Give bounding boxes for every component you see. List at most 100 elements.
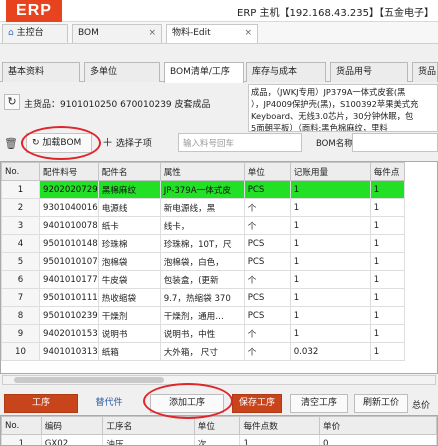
close-icon[interactable]: × [244, 25, 252, 42]
part-name[interactable]: 说明书 [97, 324, 161, 343]
tab-home[interactable]: ⌂ 主控台 [2, 24, 68, 43]
refresh-price-button[interactable]: 刷新工价 [354, 394, 408, 413]
process-grid[interactable]: No. 编码 工序名 单位 每件点数 单价 1 GX02 油压次 1 0 [0, 415, 438, 446]
part-name[interactable]: 干燥剂 [97, 306, 161, 325]
part-attribute[interactable]: JP-379A一体式皮 [159, 180, 245, 199]
unit[interactable]: PCS [243, 180, 291, 199]
row-number[interactable]: 2 [1, 198, 40, 217]
per-piece[interactable]: 1 [369, 234, 405, 253]
row-number[interactable]: 6 [1, 270, 40, 289]
col-process-name[interactable]: 工序名 [102, 416, 195, 435]
per-piece[interactable]: 1 [369, 342, 405, 361]
table-row[interactable]: 4 9501010148 珍珠棉 珍珠棉，10T，尺 PCS 1 1 [1, 234, 405, 253]
per-piece[interactable]: 1 [369, 288, 405, 307]
quantity[interactable]: 1 [289, 234, 371, 253]
part-name[interactable]: 电源线 [97, 198, 161, 217]
quantity[interactable]: 1 [289, 252, 371, 271]
part-attribute[interactable]: 线卡， [159, 216, 245, 235]
quantity[interactable]: 0.032 [289, 342, 371, 361]
table-row[interactable]: 10 9401010313 纸箱 大外箱， 尺寸个 0.032 1 [1, 342, 405, 361]
unit[interactable]: 个 [243, 324, 291, 343]
table-row[interactable]: 1 GX02 油压次 1 0 [1, 434, 437, 445]
process-name[interactable]: 油压 [102, 434, 195, 445]
part-name[interactable]: 牛皮袋 [97, 270, 161, 289]
row-number[interactable]: 3 [1, 216, 40, 235]
part-name[interactable]: 泡棉袋 [97, 252, 161, 271]
row-number[interactable]: 7 [1, 288, 40, 307]
col-no[interactable]: No. [1, 416, 42, 435]
table-row[interactable]: 5 9501010107 泡棉袋 泡棉袋，白色， PCS 1 1 [1, 252, 405, 271]
row-number[interactable]: 4 [1, 234, 40, 253]
col-per-piece[interactable]: 每件点 [369, 162, 405, 181]
col-points[interactable]: 每件点数 [239, 416, 320, 435]
part-code[interactable]: 9501010111 [39, 288, 99, 307]
unit[interactable]: 个 [243, 198, 291, 217]
row-number[interactable]: 1 [1, 180, 40, 199]
tab-bom-process[interactable]: BOM清单/工序 [164, 62, 244, 83]
tab-item-number[interactable]: 货品用号 [330, 62, 408, 82]
tab-process[interactable]: 工序 [4, 394, 78, 413]
part-code[interactable]: 9401010177 [39, 270, 99, 289]
col-price[interactable]: 单价 [319, 416, 437, 435]
row-number[interactable]: 9 [1, 324, 40, 343]
per-piece[interactable]: 1 [369, 216, 405, 235]
unit[interactable]: 个 [243, 216, 291, 235]
unit[interactable]: PCS [243, 234, 291, 253]
part-attribute[interactable]: 9.7，热缩袋 370 [159, 288, 245, 307]
part-attribute[interactable]: 珍珠棉，10T，尺 [159, 234, 245, 253]
col-attribute[interactable]: 属性 [159, 162, 245, 181]
refresh-icon[interactable]: ↻ [4, 94, 20, 110]
part-attribute[interactable]: 新电源线，黑 [159, 198, 245, 217]
quantity[interactable]: 1 [289, 324, 371, 343]
tab-alt-parts[interactable]: 替代件 [82, 394, 136, 413]
part-name[interactable]: 黑棉麻纹 [97, 180, 161, 199]
tab-material-edit[interactable]: 物料-Edit × [166, 24, 258, 43]
bom-name-field[interactable] [352, 133, 438, 152]
part-name[interactable]: 纸箱 [97, 342, 161, 361]
per-piece[interactable]: 1 [369, 198, 405, 217]
part-name[interactable]: 珍珠棉 [97, 234, 161, 253]
part-attribute[interactable]: 泡棉袋，白色， [159, 252, 245, 271]
quantity[interactable]: 1 [289, 216, 371, 235]
part-code[interactable]: 9402010153 [39, 324, 99, 343]
clear-process-button[interactable]: 清空工序 [290, 394, 348, 413]
part-name[interactable]: 热收缩袋 [97, 288, 161, 307]
quantity[interactable]: 1 [289, 198, 371, 217]
tab-stock-cost[interactable]: 库存与成本 [246, 62, 326, 82]
process-code[interactable]: GX02 [40, 434, 104, 445]
col-unit[interactable]: 单位 [243, 162, 291, 181]
points[interactable]: 1 [239, 434, 320, 445]
part-code[interactable]: 9501010239 [39, 306, 99, 325]
quantity[interactable]: 1 [289, 270, 371, 289]
col-quantity[interactable]: 记账用量 [289, 162, 371, 181]
part-attribute[interactable]: 说明书，中性 [159, 324, 245, 343]
col-code[interactable]: 编码 [40, 416, 104, 435]
part-name[interactable]: 纸卡 [97, 216, 161, 235]
row-number[interactable]: 1 [1, 434, 42, 445]
per-piece[interactable]: 1 [369, 252, 405, 271]
table-row[interactable]: 8 9501010239 干燥剂 干燥剂，通用… PCS 1 1 [1, 306, 405, 325]
table-row[interactable]: 1 9202020729 黑棉麻纹 JP-379A一体式皮 PCS 1 1 [1, 180, 405, 199]
unit[interactable]: 个 [243, 270, 291, 289]
unit[interactable]: PCS [243, 252, 291, 271]
tab-item-more[interactable]: 货品 [412, 62, 438, 82]
unit[interactable]: PCS [243, 288, 291, 307]
unit[interactable]: 个 [243, 342, 291, 361]
quantity[interactable]: 1 [289, 288, 371, 307]
part-code[interactable]: 9401010313 [39, 342, 99, 361]
row-number[interactable]: 8 [1, 306, 40, 325]
part-attribute[interactable]: 包装盒，(更新 [159, 270, 245, 289]
save-process-button[interactable]: 保存工序 [232, 394, 282, 413]
col-part-code[interactable]: 配件料号 [39, 162, 99, 181]
unit[interactable]: 次 [193, 434, 241, 445]
part-code[interactable]: 9202020729 [39, 180, 99, 199]
per-piece[interactable]: 1 [369, 306, 405, 325]
per-piece[interactable]: 1 [369, 270, 405, 289]
trash-icon[interactable]: 🗑 [4, 137, 18, 151]
col-unit[interactable]: 单位 [193, 416, 241, 435]
close-icon[interactable]: × [148, 25, 156, 42]
unit[interactable]: PCS [243, 306, 291, 325]
tab-basic-info[interactable]: 基本资料 [2, 62, 80, 82]
part-attribute[interactable]: 干燥剂，通用… [159, 306, 245, 325]
table-row[interactable]: 7 9501010111 热收缩袋 9.7，热缩袋 370 PCS 1 1 [1, 288, 405, 307]
